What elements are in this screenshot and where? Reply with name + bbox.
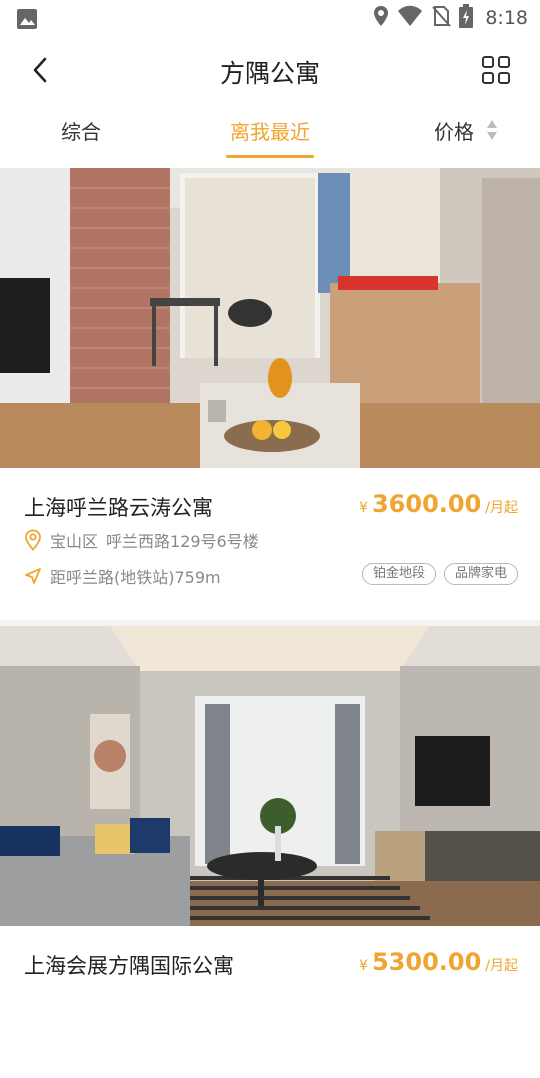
address: 呼兰西路129号6号楼 bbox=[106, 532, 259, 551]
apartment-photo bbox=[0, 168, 540, 468]
grid-view-icon bbox=[482, 56, 510, 84]
distance-text: 距呼兰路(地铁站)759m bbox=[50, 568, 221, 587]
image-icon bbox=[16, 8, 38, 34]
status-bar: 8:18 bbox=[0, 0, 540, 36]
sort-arrows-icon bbox=[487, 120, 497, 140]
tab-nearest[interactable]: 离我最近 bbox=[226, 116, 314, 160]
price-unit: /月起 bbox=[485, 958, 518, 974]
apartment-photo bbox=[0, 626, 540, 926]
price-value: 5300.00 bbox=[371, 948, 482, 976]
tab-label: 价格 bbox=[434, 120, 474, 144]
app-header: 方隅公寓 bbox=[0, 36, 540, 104]
apartment-info: 上海会展方隅国际公寓 ¥5300.00/月起 bbox=[0, 926, 540, 1078]
location-icon bbox=[373, 5, 389, 31]
page-title: 方隅公寓 bbox=[219, 59, 320, 88]
price-currency: ¥ bbox=[359, 500, 368, 516]
battery-charging-icon bbox=[459, 4, 474, 32]
tab-label: 综合 bbox=[61, 120, 101, 144]
apartment-card[interactable]: 上海呼兰路云涛公寓 ¥3600.00/月起 宝山区 呼兰西路129号6号楼 距呼… bbox=[0, 168, 540, 620]
tab-price[interactable]: 价格 bbox=[424, 116, 497, 160]
sort-tabs: 综合 离我最近 价格 bbox=[0, 104, 540, 168]
apartment-price: ¥5300.00/月起 bbox=[359, 948, 518, 976]
feature-tag: 铂金地段 bbox=[361, 563, 436, 585]
no-sim-icon bbox=[431, 5, 452, 31]
price-value: 3600.00 bbox=[371, 490, 482, 518]
tab-label: 离我最近 bbox=[230, 120, 310, 144]
apartment-name: 上海呼兰路云涛公寓 bbox=[24, 496, 213, 520]
distance-row: 距呼兰路(地铁站)759m bbox=[24, 564, 221, 588]
wifi-icon bbox=[397, 5, 423, 31]
feature-tag: 品牌家电 bbox=[443, 563, 518, 585]
grid-view-button[interactable] bbox=[476, 50, 516, 90]
apartment-name: 上海会展方隅国际公寓 bbox=[24, 954, 234, 978]
apartment-price: ¥3600.00/月起 bbox=[359, 490, 518, 518]
tab-comprehensive[interactable]: 综合 bbox=[58, 116, 104, 160]
district: 宝山区 bbox=[50, 532, 99, 551]
feature-tags: 铂金地段 品牌家电 bbox=[361, 563, 518, 585]
price-unit: /月起 bbox=[485, 500, 518, 516]
apartment-card[interactable]: 上海会展方隅国际公寓 ¥5300.00/月起 bbox=[0, 626, 540, 1078]
address-row: 宝山区 呼兰西路129号6号楼 bbox=[24, 528, 259, 552]
location-pin-icon bbox=[25, 529, 41, 551]
apartment-info: 上海呼兰路云涛公寓 ¥3600.00/月起 宝山区 呼兰西路129号6号楼 距呼… bbox=[0, 468, 540, 620]
status-time: 8:18 bbox=[485, 7, 528, 29]
apartment-list: 上海呼兰路云涛公寓 ¥3600.00/月起 宝山区 呼兰西路129号6号楼 距呼… bbox=[0, 168, 540, 1078]
active-tab-indicator bbox=[226, 155, 314, 158]
price-currency: ¥ bbox=[359, 958, 368, 974]
navigation-arrow-icon bbox=[25, 568, 41, 584]
